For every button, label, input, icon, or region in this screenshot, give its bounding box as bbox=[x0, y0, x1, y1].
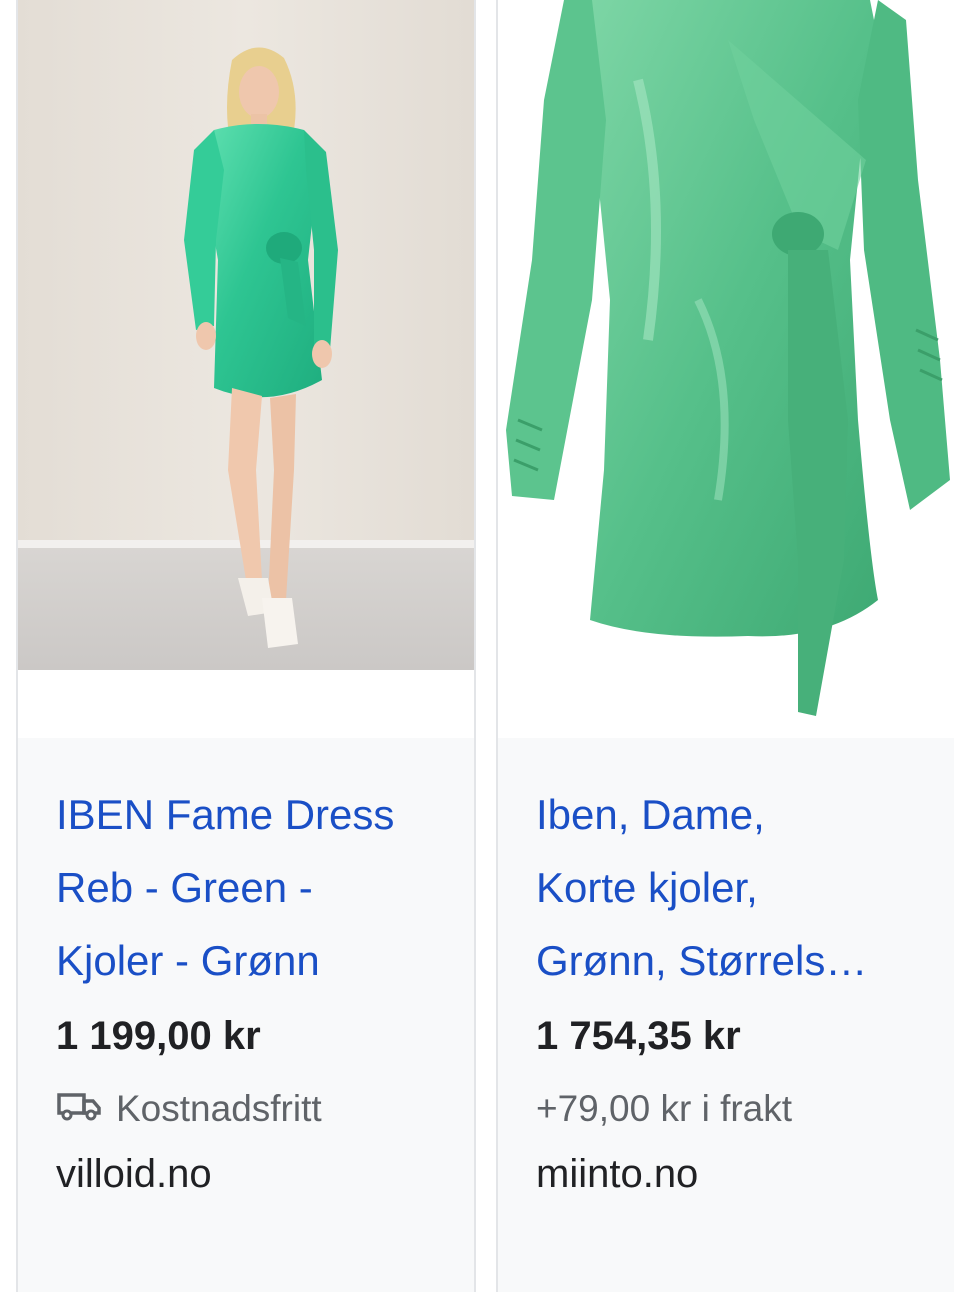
shipping-text: Kostnadsfritt bbox=[116, 1088, 322, 1129]
product-title-link[interactable]: IBEN Fame Dress Reb - Green - Kjoler - G… bbox=[56, 778, 448, 997]
shipping-text: +79,00 kr i frakt bbox=[536, 1088, 793, 1129]
product-price: 1 754,35 kr bbox=[536, 1014, 741, 1058]
product-card[interactable]: Iben, Dame, Korte kjoler, Grønn, Størrel… bbox=[496, 0, 954, 1292]
store-name[interactable]: miinto.no bbox=[536, 1152, 698, 1197]
title-line: Grønn, Størrels… bbox=[536, 937, 868, 984]
store-name[interactable]: villoid.no bbox=[56, 1152, 212, 1197]
product-image[interactable] bbox=[18, 0, 474, 738]
title-line: Iben, Dame, bbox=[536, 791, 765, 838]
dress-product-photo bbox=[498, 0, 954, 738]
truck-icon bbox=[56, 1088, 102, 1130]
title-line: IBEN Fame Dress bbox=[56, 791, 395, 838]
product-title-link[interactable]: Iben, Dame, Korte kjoler, Grønn, Størrel… bbox=[536, 778, 928, 997]
product-card[interactable]: IBEN Fame Dress Reb - Green - Kjoler - G… bbox=[16, 0, 476, 1292]
shopping-results-grid: IBEN Fame Dress Reb - Green - Kjoler - G… bbox=[0, 0, 954, 1292]
model-photo bbox=[18, 0, 474, 738]
shipping-info: Kostnadsfritt bbox=[56, 1088, 322, 1130]
shipping-info: +79,00 kr i frakt bbox=[536, 1088, 792, 1130]
product-info: Iben, Dame, Korte kjoler, Grønn, Størrel… bbox=[498, 738, 954, 1292]
product-info: IBEN Fame Dress Reb - Green - Kjoler - G… bbox=[18, 738, 474, 1292]
title-line: Reb - Green - bbox=[56, 864, 313, 911]
title-line: Kjoler - Grønn bbox=[56, 937, 320, 984]
product-image[interactable] bbox=[498, 0, 954, 738]
product-price: 1 199,00 kr bbox=[56, 1014, 261, 1058]
title-line: Korte kjoler, bbox=[536, 864, 758, 911]
